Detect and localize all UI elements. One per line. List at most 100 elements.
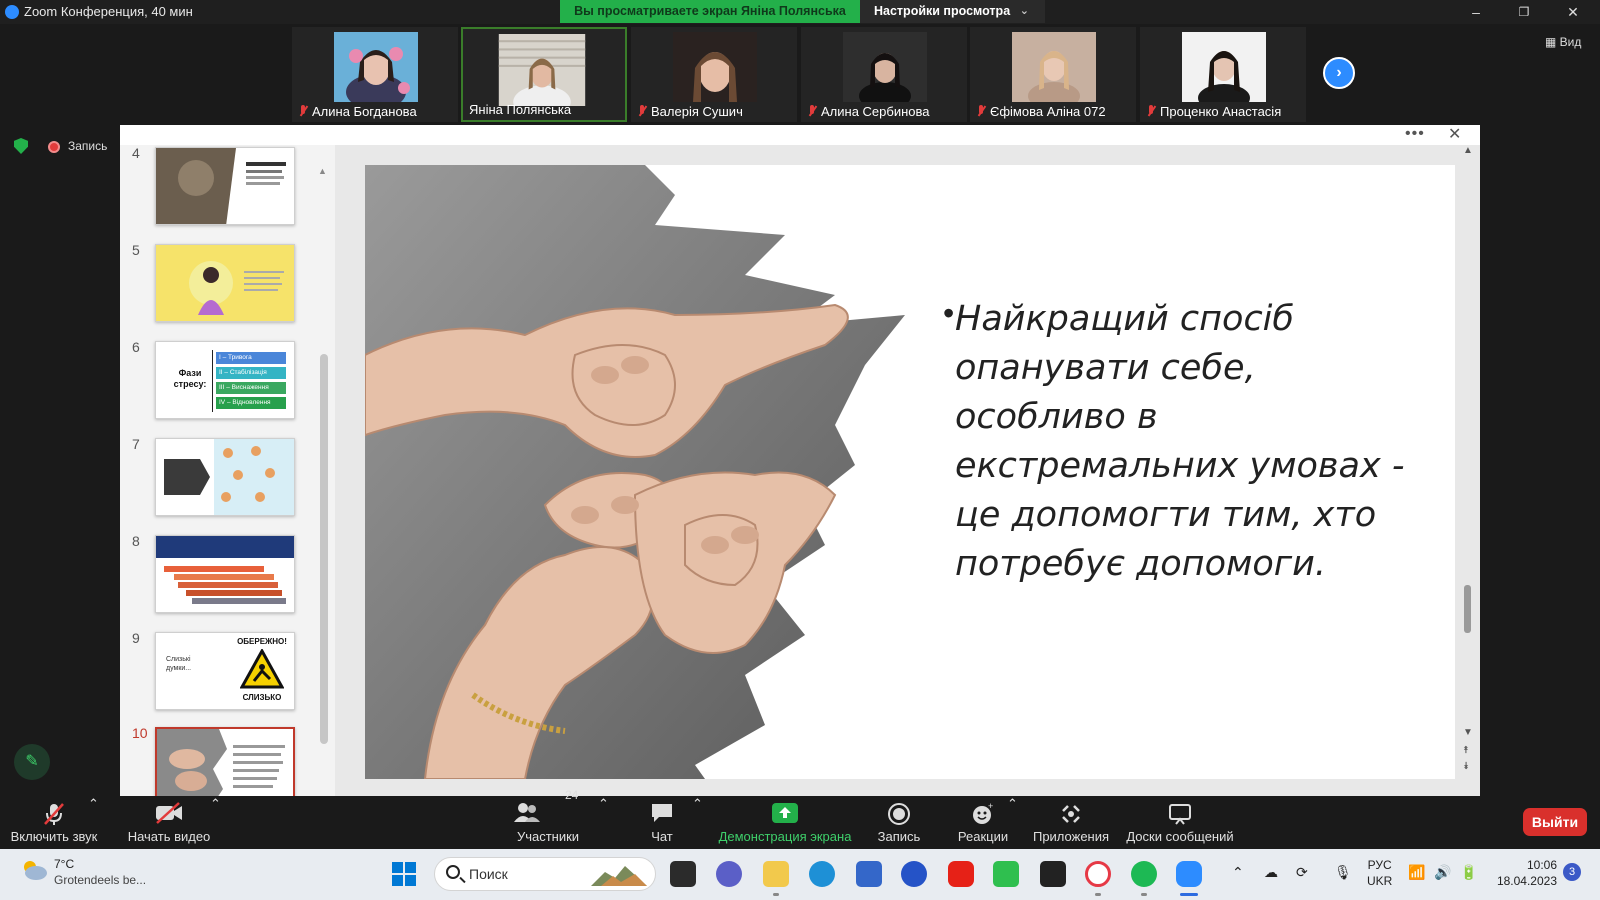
participant-name: Єфімова Аліна 072 [970, 102, 1136, 120]
thumbnails-scrollbar[interactable]: ▲ [318, 166, 328, 796]
slide-number: 5 [132, 242, 140, 258]
wifi-icon[interactable]: 📶 [1408, 864, 1425, 881]
slide-number-selected: 10 [132, 725, 148, 741]
next-page-arrow-icon[interactable]: › [1323, 57, 1355, 89]
annotate-pencil-icon[interactable]: ✎ [14, 744, 50, 780]
reactions-icon: + [973, 802, 993, 824]
participant-gallery: Алина Богданова Яніна Полянська Валерія … [0, 24, 1600, 124]
whiteboards-button[interactable]: Доски сообщений [1124, 796, 1236, 849]
recording-label[interactable]: Запись [68, 139, 107, 153]
window-title: Zoom Конференция, 40 мин [24, 4, 193, 19]
minimize-icon[interactable]: – [1461, 2, 1491, 22]
view-settings-dropdown[interactable]: Настройки просмотра ⌄ [860, 0, 1045, 23]
slide-editor: • Найкращий спосіб опанувати себе, особл… [335, 145, 1480, 796]
participant-video [334, 32, 418, 102]
warning-sign-icon [240, 649, 284, 689]
hands-photo [365, 165, 905, 779]
video-options-chevron-icon[interactable]: ⌃ [210, 796, 221, 849]
leave-meeting-button[interactable]: Выйти [1523, 808, 1587, 836]
file-explorer-icon[interactable] [763, 861, 789, 887]
view-button[interactable]: ▦ Вид [1545, 35, 1581, 49]
weather-description[interactable]: Grotendeels be... [54, 873, 146, 887]
sync-icon[interactable]: ⟳ [1296, 864, 1308, 881]
slide-thumbnail[interactable]: Слизькі думки... ОБЕРЕЖНО! СЛИЗЬКО [155, 632, 295, 710]
slide-body-text: Найкращий спосіб опанувати себе, особлив… [955, 299, 1405, 584]
view-settings-label: Настройки просмотра [874, 4, 1011, 18]
battery-icon[interactable]: 🔋 [1460, 864, 1477, 881]
microphone-icon[interactable]: 🎙 [1334, 864, 1352, 881]
volume-icon[interactable]: 🔊 [1434, 864, 1451, 881]
close-icon[interactable]: ✕ [1558, 2, 1588, 22]
screen-share-banner: Вы просматриваете экран Яніна Полянська [560, 0, 860, 23]
slide-thumbnail[interactable] [155, 244, 295, 322]
windows-taskbar: 7°C Grotendeels be... Поиск ⌃ ☁ ⟳ 🎙 РУС … [0, 849, 1600, 900]
participant-name: Алина Богданова [292, 102, 458, 120]
chat-button[interactable]: Чат [632, 796, 692, 849]
search-highlight-icon [591, 866, 647, 886]
participant-tile[interactable]: Проценко Анастасія [1140, 27, 1306, 122]
teams-chat-icon[interactable] [716, 861, 742, 887]
weather-cloud-icon[interactable] [20, 859, 48, 881]
chevron-down-icon: ⌄ [1019, 5, 1029, 17]
zoom-taskbar-icon[interactable] [1176, 861, 1202, 887]
mic-muted-icon [976, 104, 986, 118]
participants-count: 24 [565, 788, 579, 802]
reactions-options-chevron-icon[interactable]: ⌃ [1007, 796, 1018, 849]
slide-number: 6 [132, 339, 140, 355]
onedrive-cloud-icon[interactable]: ☁ [1264, 864, 1278, 881]
participant-tile[interactable]: Алина Богданова [292, 27, 458, 122]
editor-scrollbar[interactable]: ▲ ▼ ⯭ ⯯ [1460, 145, 1476, 796]
mic-muted-icon [298, 104, 308, 118]
show-hidden-icons-chevron-icon[interactable]: ⌃ [1232, 864, 1244, 881]
input-language[interactable]: РУС UKR [1367, 857, 1392, 889]
slide-thumbnail-selected[interactable] [155, 727, 295, 796]
slide-thumbnail[interactable] [155, 535, 295, 613]
tasks-app-icon[interactable] [993, 861, 1019, 887]
video-off-icon [156, 802, 182, 824]
participant-tile[interactable]: Валерія Сушич [631, 27, 797, 122]
slide-thumbnail[interactable]: Фази стресу: I – Тривога II – Стабілізац… [155, 341, 295, 419]
participant-video [1182, 32, 1266, 102]
apps-button[interactable]: Приложения [1030, 796, 1112, 849]
youtube-icon[interactable] [948, 861, 974, 887]
security-shield-icon[interactable] [14, 138, 28, 154]
close-icon[interactable]: ✕ [1448, 124, 1461, 144]
record-button[interactable]: Запись [864, 796, 934, 849]
start-video-button[interactable]: Начать видео [122, 796, 216, 849]
participant-tile-active[interactable]: Яніна Полянська [461, 27, 627, 122]
participants-icon [514, 803, 541, 822]
windows-start-icon[interactable] [392, 862, 416, 886]
opera-browser-icon[interactable] [1085, 861, 1111, 887]
chat-options-chevron-icon[interactable]: ⌃ [692, 796, 703, 849]
chat-app-icon[interactable] [901, 861, 927, 887]
clock[interactable]: 10:06 18.04.2023 [1487, 857, 1557, 889]
taskbar-search[interactable]: Поиск [434, 857, 656, 891]
participants-button[interactable]: 24 Участники [508, 788, 588, 849]
spotify-icon[interactable] [1131, 861, 1157, 887]
share-screen-button[interactable]: Демонстрация экрана [716, 796, 854, 849]
edge-browser-icon[interactable] [809, 861, 835, 887]
unmute-button[interactable]: Включить звук [8, 796, 100, 849]
share-screen-icon [772, 803, 798, 823]
task-view-icon[interactable] [670, 861, 696, 887]
audio-options-chevron-icon[interactable]: ⌃ [88, 796, 99, 849]
sticky-notes-icon[interactable] [1040, 861, 1066, 887]
more-options-icon[interactable]: ••• [1405, 125, 1425, 143]
participant-video [498, 34, 586, 106]
current-slide: • Найкращий спосіб опанувати себе, особл… [365, 165, 1455, 779]
participant-name: Проценко Анастасія [1140, 102, 1306, 120]
participant-name: Яніна Полянська [469, 101, 572, 117]
slide-number: 9 [132, 630, 140, 646]
slide-thumbnail[interactable] [155, 438, 295, 516]
participant-video [1012, 32, 1096, 102]
participant-tile[interactable]: Єфімова Аліна 072 [970, 27, 1136, 122]
mic-muted-icon [637, 104, 647, 118]
participants-options-chevron-icon[interactable]: ⌃ [598, 796, 609, 849]
participant-tile[interactable]: Алина Сербинова [801, 27, 967, 122]
microsoft-store-icon[interactable] [856, 861, 882, 887]
weather-temperature[interactable]: 7°C [54, 857, 74, 871]
slide-thumbnail[interactable] [155, 147, 295, 225]
notifications-badge[interactable]: 3 [1563, 863, 1581, 881]
restore-icon[interactable]: ❐ [1509, 2, 1539, 22]
record-icon [888, 803, 910, 825]
